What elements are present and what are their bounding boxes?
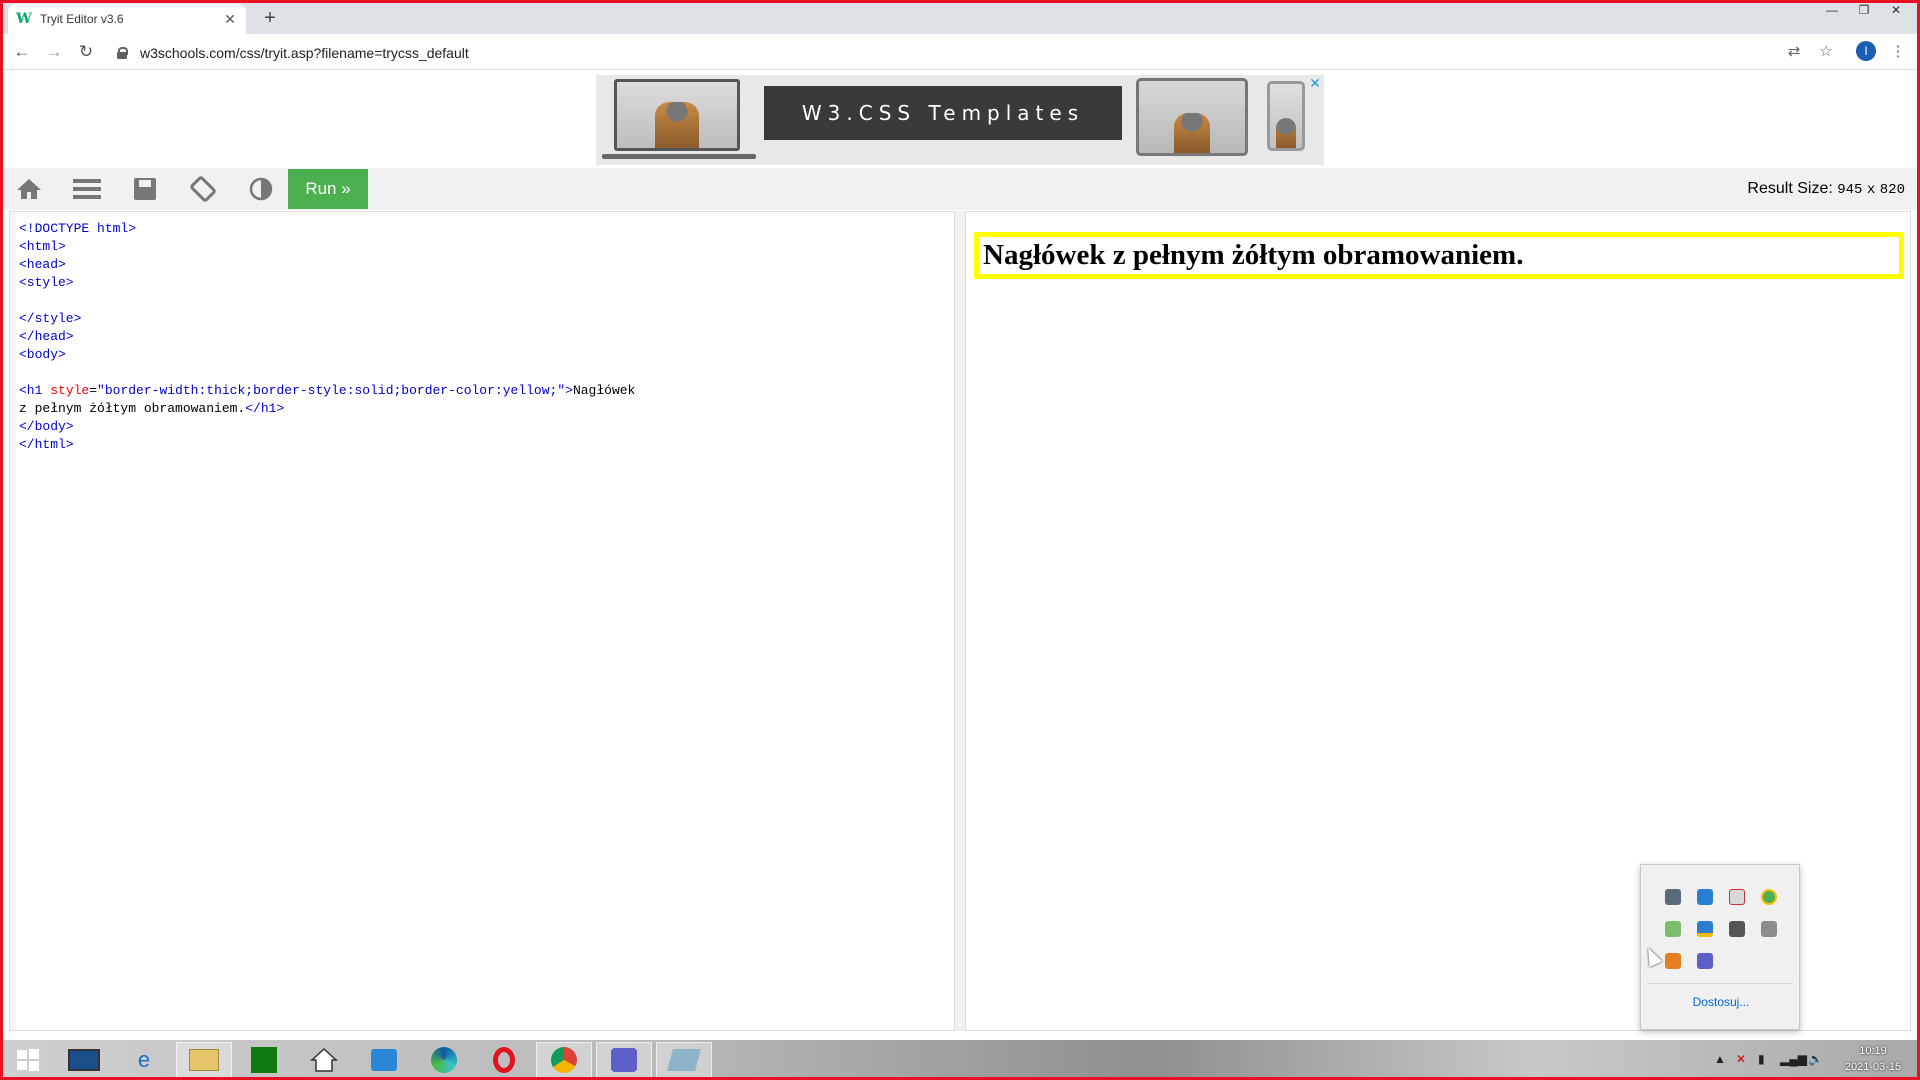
code-line: <body> xyxy=(19,347,66,362)
result-heading: Nagłówek z pełnym żółtym obramowaniem. xyxy=(974,232,1904,279)
save-icon[interactable] xyxy=(120,168,170,210)
app-window-icon[interactable] xyxy=(656,1042,712,1078)
internet-explorer-icon[interactable]: e xyxy=(116,1042,172,1078)
result-size: Result Size: 945 x 820 xyxy=(1747,180,1905,198)
code-attr-value: "border-width:thick;border-style:solid;b… xyxy=(97,383,566,398)
code-h1-end: </h1> xyxy=(245,401,285,416)
code-line: <!DOCTYPE html> xyxy=(19,221,137,236)
reload-icon[interactable]: ↻ xyxy=(74,40,98,64)
tray-network-icon[interactable] xyxy=(1665,889,1681,905)
file-explorer-icon[interactable] xyxy=(176,1042,232,1078)
ad-tablet-image xyxy=(1136,78,1248,156)
menu-kebab-icon[interactable]: ⋮ xyxy=(1888,42,1908,62)
code-h1-open: <h1 xyxy=(19,383,43,398)
teams-icon[interactable] xyxy=(596,1042,652,1078)
window-close-icon[interactable]: ✕ xyxy=(1880,0,1912,20)
address-bar[interactable]: w3schools.com/css/tryit.asp?filename=try… xyxy=(110,39,1830,66)
store-icon[interactable] xyxy=(236,1042,292,1078)
w3schools-favicon-icon: W xyxy=(16,11,32,27)
code-line: <style> xyxy=(19,275,74,290)
ad-title[interactable]: W3.CSS Templates xyxy=(764,86,1122,140)
tray-app-icon[interactable] xyxy=(1761,889,1777,905)
code-line: </body> xyxy=(19,419,74,434)
tray-app-icon[interactable] xyxy=(1665,921,1681,937)
browser-toolbar: ← → ↻ w3schools.com/css/tryit.asp?filena… xyxy=(0,34,1920,70)
mail-icon[interactable] xyxy=(356,1042,412,1078)
tray-app-icon[interactable] xyxy=(1697,889,1713,905)
menu-hamburger-icon[interactable] xyxy=(62,168,112,210)
code-h1-text2: z pełnym żółtym obramowaniem. xyxy=(19,401,246,416)
code-line: </html> xyxy=(19,437,74,452)
code-content[interactable]: <!DOCTYPE html> <html> <head> <style> </… xyxy=(19,220,635,454)
tab-close-icon[interactable]: ✕ xyxy=(222,11,238,27)
run-button[interactable]: Run » xyxy=(288,169,368,209)
taskbar-clock[interactable]: 10:19 2021-03-15 xyxy=(1838,1043,1908,1075)
translate-icon[interactable]: ⇄ xyxy=(1784,42,1804,62)
browser-tab-strip: W Tryit Editor v3.6 ✕ + — ❐ ✕ xyxy=(0,0,1920,34)
minimize-icon[interactable]: — xyxy=(1816,0,1848,20)
result-width: 945 xyxy=(1837,182,1863,198)
profile-avatar[interactable]: I xyxy=(1856,41,1876,61)
opera-icon[interactable] xyxy=(476,1042,532,1078)
code-eq: = xyxy=(89,383,98,398)
code-h1-text1: Nagłówek xyxy=(572,383,636,398)
home-icon[interactable] xyxy=(4,168,54,210)
tray-app-icon[interactable] xyxy=(1697,921,1713,937)
chrome-icon[interactable] xyxy=(536,1042,592,1078)
result-size-label: Result Size: xyxy=(1747,180,1833,197)
back-arrow-icon[interactable]: ← xyxy=(10,40,34,64)
tab-title: Tryit Editor v3.6 xyxy=(40,12,124,26)
code-editor[interactable]: <!DOCTYPE html> <html> <head> <style> </… xyxy=(9,211,955,1031)
code-line: </style> xyxy=(19,311,82,326)
tray-app-icon[interactable] xyxy=(1729,889,1745,905)
code-line: </head> xyxy=(19,329,74,344)
battery-icon[interactable]: ▮ xyxy=(1758,1052,1765,1066)
clock-date: 2021-03-15 xyxy=(1844,1061,1902,1073)
result-height: 820 xyxy=(1879,182,1905,198)
url-text: w3schools.com/css/tryit.asp?filename=try… xyxy=(140,44,469,61)
code-attr-name: style xyxy=(50,383,90,398)
volume-icon[interactable]: 🔈 xyxy=(1808,1052,1823,1066)
code-line: <html> xyxy=(19,239,66,254)
start-windows-icon[interactable] xyxy=(0,1042,56,1078)
tray-customize-link[interactable]: Dostosuj... xyxy=(1641,995,1801,1009)
tray-separator xyxy=(1647,983,1793,984)
ad-laptop-base xyxy=(602,154,756,159)
ad-phone-image xyxy=(1267,81,1305,151)
restore-icon[interactable]: ❐ xyxy=(1848,0,1880,20)
new-tab-button[interactable]: + xyxy=(258,6,282,30)
tray-teams-icon[interactable] xyxy=(1697,953,1713,969)
ad-close-icon[interactable]: ✕ xyxy=(1308,76,1322,90)
result-size-x: x xyxy=(1866,182,1876,198)
home-app-icon[interactable] xyxy=(296,1042,352,1078)
code-line: <head> xyxy=(19,257,66,272)
ad-laptop-image xyxy=(614,79,740,151)
ad-area: W3.CSS Templates ✕ xyxy=(0,71,1920,168)
windows-taskbar: e ▲ ✕ ▮ ▂▄▆ 🔈 xyxy=(0,1040,1920,1080)
lock-icon xyxy=(116,46,128,59)
forward-arrow-icon[interactable]: → xyxy=(42,40,66,64)
ad-banner[interactable]: W3.CSS Templates ✕ xyxy=(596,75,1324,165)
rotate-layout-icon[interactable] xyxy=(178,168,228,210)
tray-app-icon[interactable] xyxy=(1665,953,1681,969)
tray-expand-arrow-icon[interactable]: ▲ xyxy=(1714,1052,1726,1066)
code-h1-bracket: > xyxy=(565,383,573,398)
editor-gutter xyxy=(10,212,16,1030)
network-error-icon[interactable]: ✕ xyxy=(1736,1052,1746,1066)
edge-icon[interactable] xyxy=(416,1042,472,1078)
bookmark-star-icon[interactable]: ☆ xyxy=(1816,42,1836,62)
tray-overflow-popup: Dostosuj... xyxy=(1640,864,1800,1030)
pane-divider[interactable] xyxy=(955,211,965,1031)
browser-tab[interactable]: W Tryit Editor v3.6 ✕ xyxy=(8,4,246,34)
lenovo-icon[interactable] xyxy=(56,1042,112,1078)
signal-icon[interactable]: ▂▄▆ xyxy=(1780,1052,1807,1066)
clock-time: 10:19 xyxy=(1859,1045,1887,1057)
tryit-toolbar: Run » Result Size: 945 x 820 xyxy=(0,168,1920,210)
dark-mode-contrast-icon[interactable] xyxy=(236,168,286,210)
tray-app-icon[interactable] xyxy=(1729,921,1745,937)
tray-app-icon[interactable] xyxy=(1761,921,1777,937)
